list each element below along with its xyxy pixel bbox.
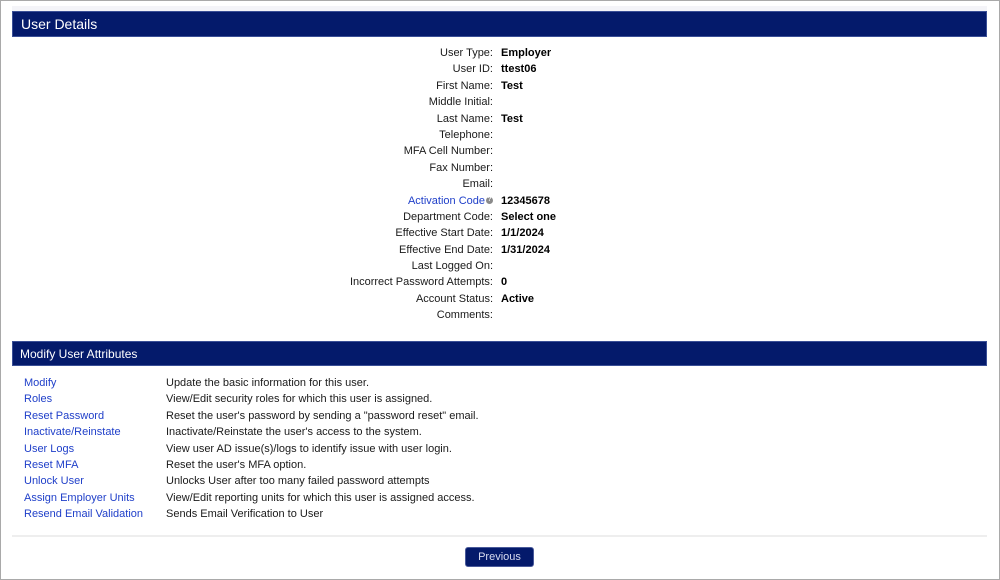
detail-row-telephone: Telephone: — [1, 129, 1000, 145]
action-description: View/Edit security roles for which this … — [166, 393, 433, 406]
roles-link[interactable]: Roles — [24, 393, 52, 405]
modify-attributes-header: Modify User Attributes — [12, 341, 987, 366]
detail-label: Fax Number: — [429, 161, 493, 174]
footer-divider — [12, 535, 987, 537]
detail-label: Account Status: — [415, 292, 493, 305]
action-description: Unlocks User after too many failed passw… — [166, 475, 430, 488]
action-row: Reset MFA Reset the user's MFA option. — [1, 459, 1000, 475]
action-description: Sends Email Verification to User — [166, 508, 324, 521]
action-description: Inactivate/Reinstate the user's access t… — [166, 426, 422, 439]
detail-row-fax: Fax Number: — [1, 162, 1000, 178]
action-description: View/Edit reporting units for which this… — [166, 491, 475, 504]
action-row: Assign Employer Units View/Edit reportin… — [1, 492, 1000, 508]
detail-value: Active — [501, 292, 535, 305]
action-description: Reset the user's MFA option. — [166, 458, 307, 471]
detail-label: Department Code: — [403, 210, 493, 223]
reset-password-link[interactable]: Reset Password — [24, 410, 104, 422]
resend-email-validation-link[interactable]: Resend Email Validation — [24, 508, 143, 520]
detail-label: User Type: — [440, 47, 493, 59]
detail-label: Email: — [462, 178, 493, 191]
detail-row-comments: Comments: — [1, 309, 1000, 325]
detail-row-effective-start: Effective Start Date: 1/1/2024 — [1, 227, 1000, 243]
activation-code-label: Activation Code — [407, 194, 485, 207]
action-row: Reset Password Reset the user's password… — [1, 410, 1000, 426]
detail-label: Effective Start Date: — [395, 227, 493, 240]
action-row: Unlock User Unlocks User after too many … — [1, 475, 1000, 491]
activation-code-link[interactable]: Activation Code? — [408, 195, 493, 207]
inactivate-reinstate-link[interactable]: Inactivate/Reinstate — [24, 426, 121, 438]
detail-row-middle-initial: Middle Initial: — [1, 96, 1000, 112]
detail-value: ttest06 — [501, 63, 537, 76]
detail-value: 1/31/2024 — [501, 243, 550, 256]
detail-value: 1/1/2024 — [501, 227, 544, 240]
detail-row-last-name: Last Name: Test — [1, 113, 1000, 129]
detail-label: Last Logged On: — [411, 260, 493, 273]
action-description: Update the basic information for this us… — [166, 377, 369, 389]
modify-attributes-title: Modify User Attributes — [20, 347, 138, 361]
detail-row-effective-end: Effective End Date: 1/31/2024 — [1, 244, 1000, 260]
detail-value: 12345678 — [501, 194, 550, 207]
detail-row-department-code: Department Code: Select one — [1, 211, 1000, 227]
detail-row-first-name: First Name: Test — [1, 80, 1000, 96]
action-row: Modify Update the basic information for … — [1, 377, 1000, 393]
detail-row-account-status: Account Status: Active — [1, 293, 1000, 309]
detail-row-email: Email: — [1, 178, 1000, 194]
detail-label: Telephone: — [439, 128, 493, 141]
detail-value: Test — [501, 79, 523, 92]
action-row: Inactivate/Reinstate Inactivate/Reinstat… — [1, 426, 1000, 442]
detail-row-user-type: User Type: Employer — [1, 47, 1000, 63]
detail-value: Select one — [501, 210, 557, 223]
detail-label: Effective End Date: — [399, 243, 493, 256]
user-logs-link[interactable]: User Logs — [24, 443, 74, 455]
reset-mfa-link[interactable]: Reset MFA — [24, 459, 78, 471]
detail-label: First Name: — [436, 79, 493, 92]
action-description: View user AD issue(s)/logs to identify i… — [166, 442, 452, 455]
modify-link[interactable]: Modify — [24, 377, 56, 389]
action-description: Reset the user's password by sending a "… — [166, 409, 479, 422]
detail-row-activation-code: Activation Code? 12345678 — [1, 195, 1000, 211]
user-details-header: User Details — [12, 11, 987, 37]
detail-label: Incorrect Password Attempts: — [349, 276, 493, 289]
detail-value: 0 — [501, 276, 508, 289]
detail-row-mfa-cell: MFA Cell Number: — [1, 145, 1000, 161]
action-row: User Logs View user AD issue(s)/logs to … — [1, 443, 1000, 459]
detail-label: Comments: — [436, 309, 493, 322]
unlock-user-link[interactable]: Unlock User — [24, 475, 84, 487]
detail-label: Last Name: — [436, 112, 493, 125]
action-row: Roles View/Edit security roles for which… — [1, 393, 1000, 409]
action-row: Resend Email Validation Sends Email Veri… — [1, 508, 1000, 524]
detail-row-user-id: User ID: ttest06 — [1, 63, 1000, 79]
user-details-list: User Type: Employer User ID: ttest06 Fir… — [1, 47, 1000, 326]
detail-value: Employer — [501, 47, 552, 59]
user-details-title: User Details — [21, 16, 98, 32]
detail-row-last-logged-on: Last Logged On: — [1, 260, 1000, 276]
detail-label: MFA Cell Number: — [403, 145, 493, 158]
help-icon[interactable]: ? — [486, 197, 493, 205]
detail-label: Middle Initial: — [428, 96, 493, 109]
assign-employer-units-link[interactable]: Assign Employer Units — [24, 492, 135, 504]
previous-button[interactable]: Previous — [465, 547, 534, 567]
detail-label: User ID: — [452, 63, 493, 76]
detail-row-incorrect-attempts: Incorrect Password Attempts: 0 — [1, 276, 1000, 292]
detail-value: Test — [501, 112, 523, 125]
modify-actions-list: Modify Update the basic information for … — [1, 377, 1000, 525]
